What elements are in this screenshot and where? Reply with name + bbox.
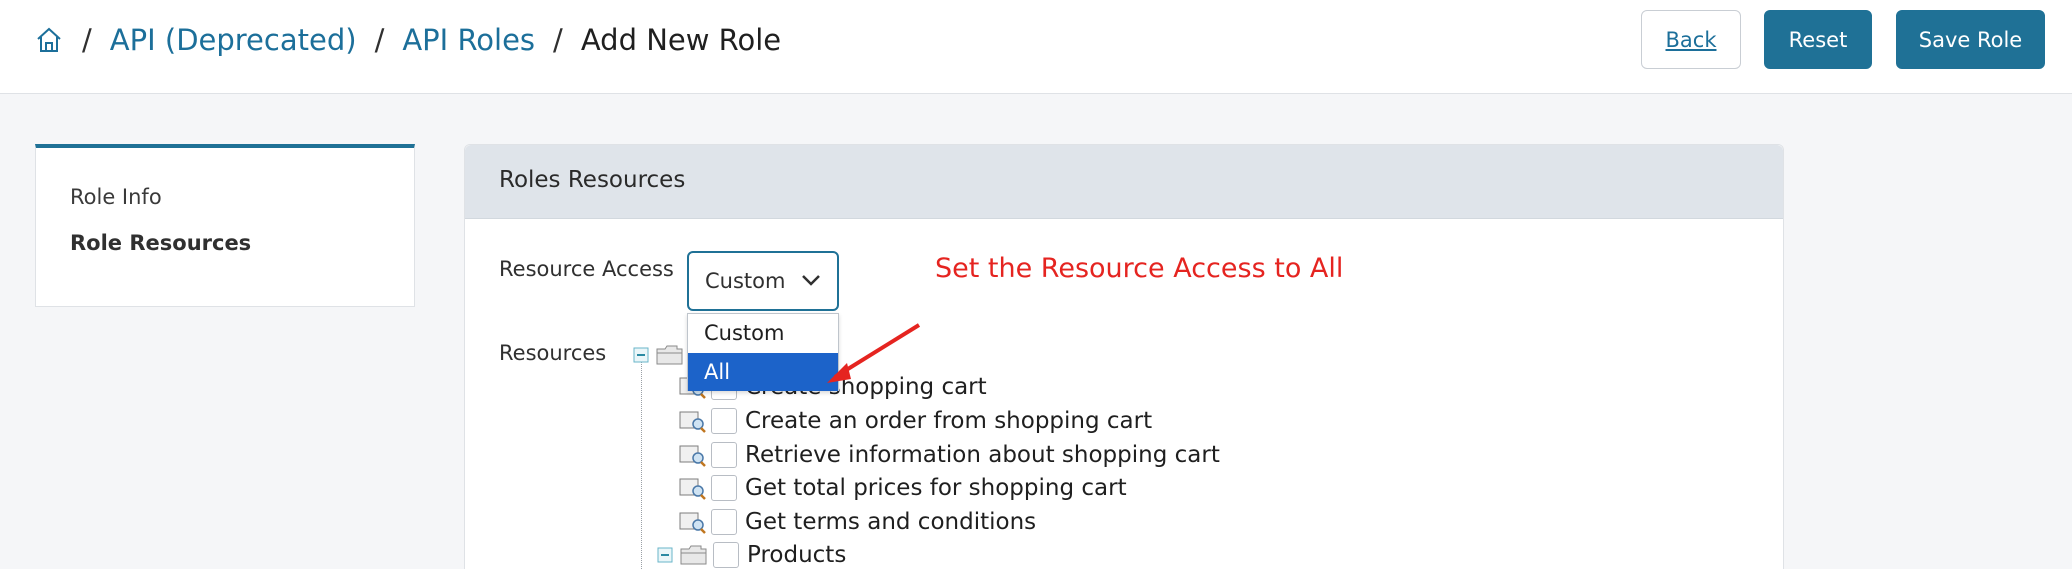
resource-checkbox[interactable] xyxy=(711,442,737,468)
tree-item-label: Get terms and conditions xyxy=(745,509,1037,535)
save-role-button[interactable]: Save Role xyxy=(1896,10,2045,69)
collapse-icon[interactable] xyxy=(633,347,649,363)
tree-group-label: Products xyxy=(747,542,847,568)
tree-item: Get terms and conditions xyxy=(677,506,1036,538)
back-button[interactable]: Back xyxy=(1641,10,1741,69)
resource-checkbox[interactable] xyxy=(711,475,737,501)
document-search-icon xyxy=(679,445,706,467)
folder-icon xyxy=(656,345,683,365)
sidebar-item-role-resources[interactable]: Role Resources xyxy=(70,231,251,255)
document-search-icon xyxy=(679,512,706,534)
tree-item-label: Retrieve information about shopping cart xyxy=(745,442,1220,468)
home-icon[interactable] xyxy=(34,25,64,55)
tree-group-row: Products xyxy=(657,539,846,569)
tree-item: Retrieve information about shopping cart xyxy=(677,439,1220,471)
resource-checkbox[interactable] xyxy=(713,542,739,568)
collapse-icon[interactable] xyxy=(657,547,673,563)
breadcrumb-api-roles[interactable]: API Roles xyxy=(402,23,535,57)
resource-tree: art Create shopping cart Create an order… xyxy=(465,145,1783,569)
annotation-arrow xyxy=(827,323,921,383)
tree-guide-line xyxy=(641,359,642,569)
breadcrumb-separator: / xyxy=(82,23,92,57)
folder-icon xyxy=(680,545,707,565)
document-search-icon xyxy=(679,411,706,433)
roles-resources-panel: Roles Resources Resource Access Custom C… xyxy=(464,144,1784,569)
breadcrumb: / API (Deprecated) / API Roles / Add New… xyxy=(34,20,781,60)
page-header: / API (Deprecated) / API Roles / Add New… xyxy=(0,0,2072,94)
tree-item: Get total prices for shopping cart xyxy=(677,472,1127,504)
reset-button[interactable]: Reset xyxy=(1764,10,1872,69)
sidebar: Role Info Role Resources xyxy=(35,144,415,307)
breadcrumb-separator: / xyxy=(553,23,563,57)
document-search-icon xyxy=(679,478,706,500)
resource-checkbox[interactable] xyxy=(711,509,737,535)
sidebar-item-role-info[interactable]: Role Info xyxy=(70,185,162,209)
breadcrumb-separator: / xyxy=(374,23,385,57)
breadcrumb-api-deprecated[interactable]: API (Deprecated) xyxy=(110,23,357,57)
tree-item-label: Get total prices for shopping cart xyxy=(745,475,1127,501)
tree-item-label: Create an order from shopping cart xyxy=(745,408,1153,434)
page-title: Add New Role xyxy=(580,23,782,57)
resource-checkbox[interactable] xyxy=(711,408,737,434)
